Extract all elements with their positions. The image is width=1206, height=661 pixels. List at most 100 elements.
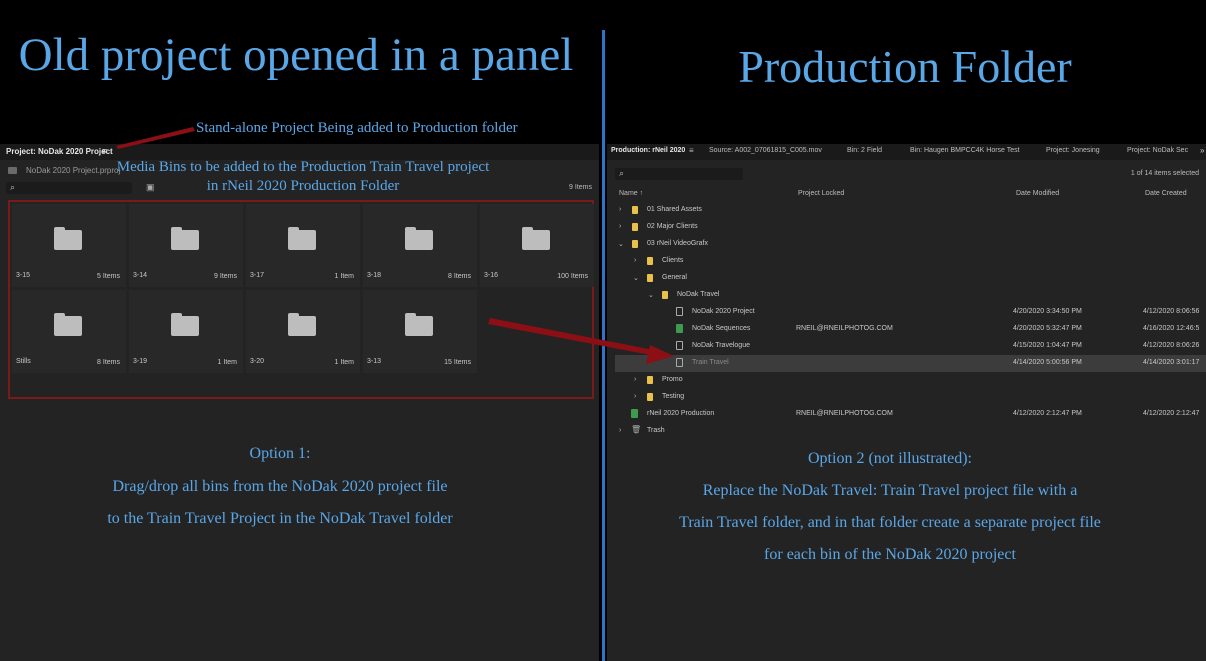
bin-count: 1 Item [217, 359, 237, 366]
tab-production[interactable]: Production: rNeil 2020 [611, 147, 685, 154]
media-bins-annotation-line2: in rNeil 2020 Production Folder [206, 178, 400, 194]
bin-tile[interactable]: 3-14 9 Items [129, 204, 243, 287]
right-heading: Production Folder [738, 41, 1072, 92]
bin-name: 3-17 [250, 272, 265, 279]
row-date-modified: 4/20/2020 5:32:47 PM [1013, 325, 1082, 332]
bin-tile[interactable]: 3-20 1 Item [246, 290, 360, 373]
tree-row[interactable]: ⌄ General [615, 270, 1206, 287]
folder-icon [632, 206, 638, 214]
tree-row[interactable]: › 01 Shared Assets [615, 202, 1206, 219]
project-tab-bar: Project: NoDak 2020 Project ≡ [0, 144, 599, 160]
chevron-down-icon[interactable]: ⌄ [633, 274, 639, 282]
panel-tab-bar: Production: rNeil 2020 ≡ Source: A002_07… [607, 144, 1206, 160]
standalone-annotation: Stand-alone Project Being added to Produ… [196, 120, 518, 136]
row-name: NoDak 2020 Project [692, 308, 755, 315]
sort-up-icon: ↑ [639, 190, 644, 197]
column-date-created[interactable]: Date Created [1145, 190, 1187, 197]
item-count: 9 Items [569, 184, 592, 191]
folder-icon [171, 313, 199, 336]
tree-row[interactable]: › 02 Major Clients [615, 219, 1206, 236]
chevron-right-icon[interactable]: › [619, 223, 621, 230]
bin-count: 1 Item [334, 359, 354, 366]
tree-row[interactable]: rNeil 2020 Production RNEIL@RNEILPHOTOG.… [615, 406, 1206, 423]
folder-icon [647, 257, 653, 265]
column-header: Name ↑ Project Locked Date Modified Date… [615, 188, 1206, 200]
chevron-down-icon[interactable]: ⌄ [618, 240, 624, 248]
tree-row[interactable]: › Clients [615, 253, 1206, 270]
tab-bin-2-field[interactable]: Bin: 2 Field [847, 147, 882, 154]
tree-row-selected[interactable]: Train Travel 4/14/2020 5:00:56 PM 4/14/2… [615, 355, 1206, 372]
row-name: Testing [662, 393, 685, 400]
tree-row[interactable]: › Testing [615, 389, 1206, 406]
row-name: 03 rNeil VideoGrafx [647, 240, 708, 247]
row-name: Trash [647, 427, 665, 434]
column-project-locked[interactable]: Project Locked [798, 190, 844, 197]
panel-menu-icon[interactable]: ≡ [689, 146, 694, 155]
bin-name: 3-20 [250, 358, 265, 365]
row-project-locked: RNEIL@RNEILPHOTOG.COM [796, 325, 893, 332]
bin-count: 1 Item [334, 273, 354, 280]
project-panel-left: Project: NoDak 2020 Project ≡ NoDak 2020… [0, 144, 599, 661]
center-divider [602, 30, 605, 661]
media-bins-annotation-line1: Media Bins to be added to the Production… [116, 159, 490, 175]
row-name: NoDak Sequences [692, 325, 751, 332]
bin-tile[interactable]: 3-18 8 Items [363, 204, 477, 287]
row-date-modified: 4/20/2020 3:34:50 PM [1013, 308, 1082, 315]
tree-row[interactable]: ⌄ NoDak Travel [615, 287, 1206, 304]
folder-icon [522, 227, 550, 250]
row-name: 01 Shared Assets [647, 206, 702, 213]
folder-icon [54, 227, 82, 250]
bin-tile[interactable]: 3-19 1 Item [129, 290, 243, 373]
bin-count: 8 Items [448, 273, 471, 280]
tab-source[interactable]: Source: A002_07061815_C005.mov [709, 147, 822, 154]
locked-project-icon [676, 324, 683, 333]
column-date-modified[interactable]: Date Modified [1016, 190, 1059, 197]
chevron-right-icon[interactable]: › [619, 206, 621, 213]
tree-row[interactable]: › Promo [615, 372, 1206, 389]
bin-tile[interactable]: 3-15 5 Items [12, 204, 126, 287]
tree-row[interactable]: NoDak Sequences RNEIL@RNEILPHOTOG.COM 4/… [615, 321, 1206, 338]
option1-line1: Drag/drop all bins from the NoDak 2020 p… [112, 478, 448, 495]
bin-tile[interactable]: 3-16 100 Items [480, 204, 594, 287]
tab-project-jonesing[interactable]: Project: Jonesing [1046, 147, 1100, 154]
chevron-down-icon[interactable]: ⌄ [648, 291, 654, 299]
bin-name: 3-16 [484, 272, 499, 279]
bin-count: 5 Items [97, 273, 120, 280]
project-tab[interactable]: Project: NoDak 2020 Project [6, 147, 113, 156]
column-name[interactable]: Name ↑ [619, 190, 643, 197]
tree-row[interactable]: › 🗑 Trash [615, 423, 1206, 440]
folder-icon [647, 393, 653, 401]
bin-tile[interactable]: 3-17 1 Item [246, 204, 360, 287]
left-heading: Old project opened in a panel [18, 29, 574, 81]
tab-project-nodak[interactable]: Project: NoDak Sec [1127, 147, 1188, 154]
row-date-created: 4/12/2020 8:06:26 [1143, 342, 1200, 349]
bin-tile[interactable]: 3-13 15 Items [363, 290, 477, 373]
chevron-right-icon[interactable]: › [634, 393, 636, 400]
row-date-modified: 4/12/2020 2:12:47 PM [1013, 410, 1082, 417]
tab-bin-horse-test[interactable]: Bin: Haugen BMPCC4K Horse Test [910, 147, 1020, 154]
row-date-modified: 4/15/2020 1:04:47 PM [1013, 342, 1082, 349]
row-name: rNeil 2020 Production [647, 410, 715, 417]
project-file-icon [8, 167, 17, 174]
bin-count: 15 Items [444, 359, 471, 366]
project-file-icon [676, 307, 683, 316]
search-input[interactable]: ⌕ [615, 168, 743, 180]
folder-icon [647, 274, 653, 282]
bin-tile[interactable]: Stills 8 Items [12, 290, 126, 373]
tree-row[interactable]: NoDak Travelogue 4/15/2020 1:04:47 PM 4/… [615, 338, 1206, 355]
chevron-right-icon[interactable]: › [619, 427, 621, 434]
chevron-right-icon[interactable]: › [634, 257, 636, 264]
tree-row[interactable]: NoDak 2020 Project 4/20/2020 3:34:50 PM … [615, 304, 1206, 321]
tabs-overflow-icon[interactable]: » [1200, 146, 1204, 155]
chevron-right-icon[interactable]: › [634, 376, 636, 383]
bin-name: 3-15 [16, 272, 31, 279]
folder-icon [632, 240, 638, 248]
bin-name: Stills [16, 358, 31, 365]
tree-row[interactable]: ⌄ 03 rNeil VideoGrafx [615, 236, 1206, 253]
project-file-icon [676, 341, 683, 350]
panel-menu-icon[interactable]: ≡ [102, 146, 107, 156]
project-file-icon [676, 358, 683, 367]
bin-count: 100 Items [557, 273, 588, 280]
row-name: Promo [662, 376, 683, 383]
row-date-created: 4/12/2020 8:06:56 [1143, 308, 1200, 315]
